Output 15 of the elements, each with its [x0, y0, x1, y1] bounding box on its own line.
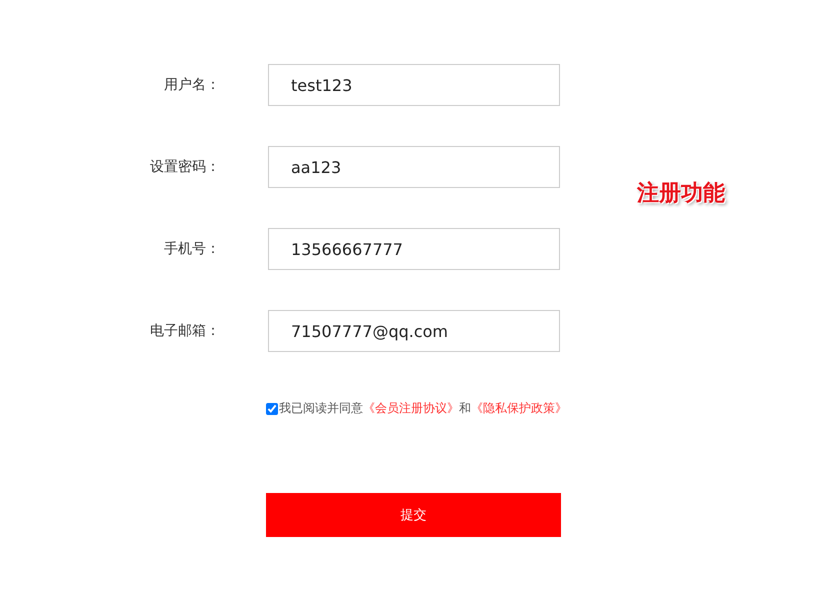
agreement-text: 我已阅读并同意: [279, 400, 363, 417]
agreement-text: 和: [459, 400, 471, 417]
agreement-link[interactable]: 《隐私保护政策》: [471, 400, 567, 417]
agreement-checkbox[interactable]: [266, 402, 278, 414]
field-label: 手机号：: [163, 240, 220, 258]
input-field[interactable]: test123: [268, 64, 560, 106]
input-field[interactable]: aa123: [268, 146, 560, 188]
submit-button[interactable]: 提交: [266, 493, 561, 537]
input-field[interactable]: 71507777@qq.com: [268, 310, 560, 352]
agreement-link[interactable]: 《会员注册协议》: [363, 400, 459, 417]
field-label: 用户名：: [163, 76, 220, 94]
field-label: 电子邮箱：: [149, 322, 220, 340]
input-field[interactable]: 13566667777: [268, 228, 560, 270]
field-label: 设置密码：: [149, 158, 220, 176]
caption-text: 注册功能: [637, 180, 725, 208]
